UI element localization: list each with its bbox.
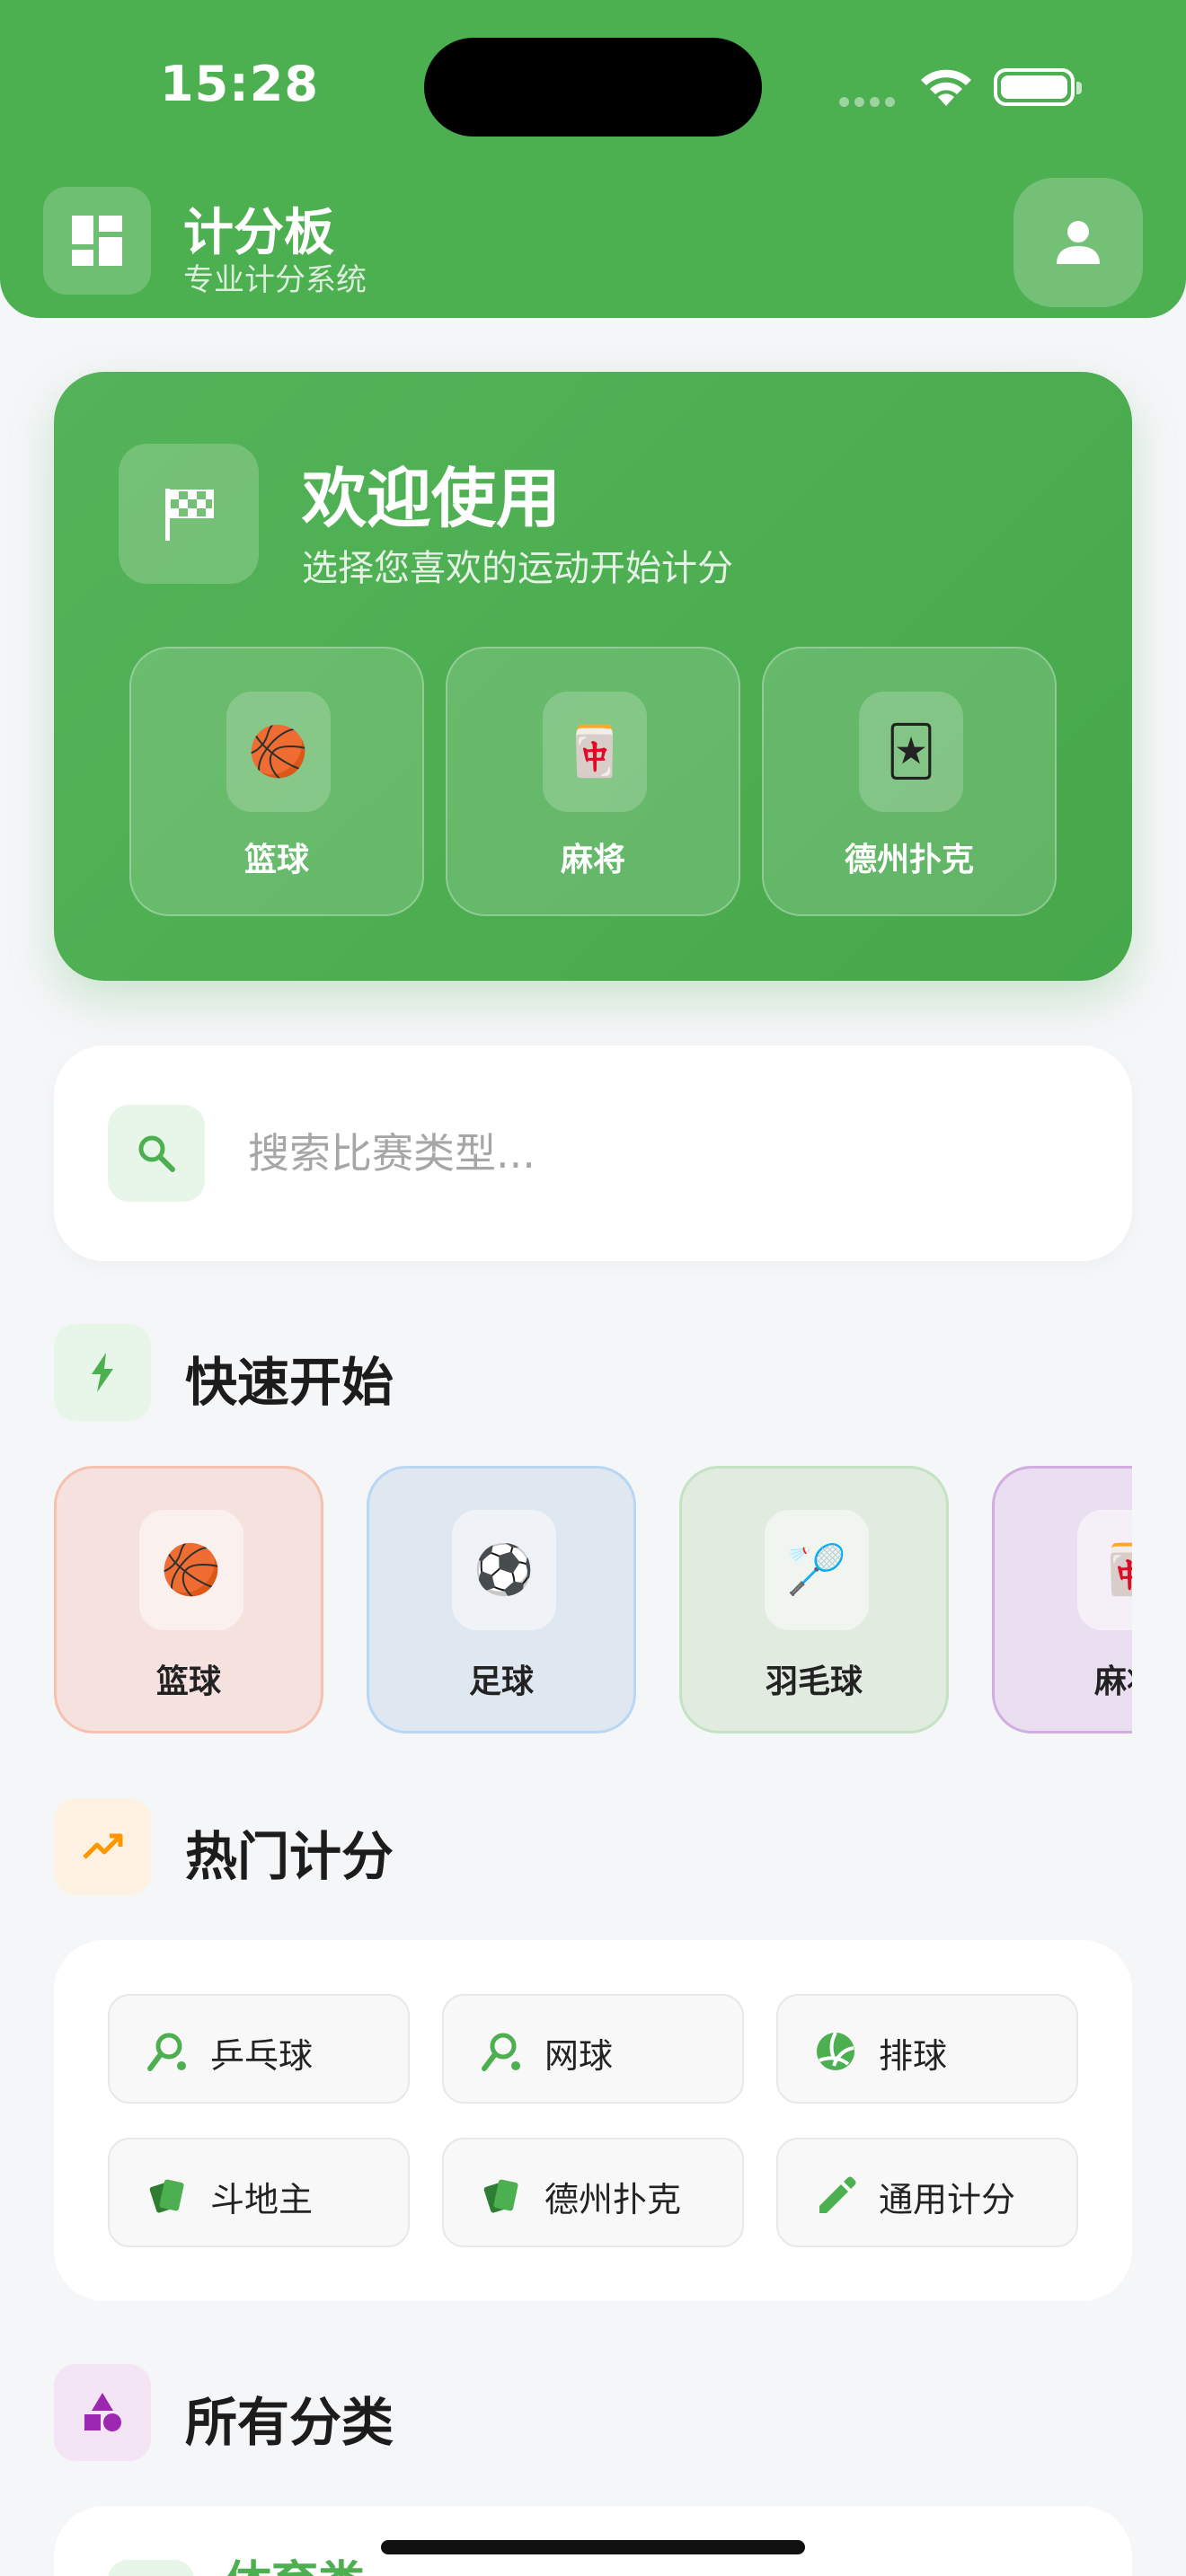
welcome-title: 欢迎使用	[302, 461, 562, 536]
popular-item-texas-holdem[interactable]: 德州扑克	[442, 2138, 744, 2247]
popular-item-label: 德州扑克	[544, 2180, 682, 2219]
welcome-tile-basketball[interactable]: 🏀 篮球	[129, 647, 424, 916]
popular-title: 热门计分	[185, 1826, 394, 1887]
quick-tile-badminton[interactable]: 🏸 羽毛球	[679, 1466, 949, 1734]
joker-card-icon: 🃏	[859, 692, 963, 812]
popular-item-table-tennis[interactable]: 乒乓球	[108, 1994, 410, 2104]
popular-item-general-score[interactable]: 通用计分	[776, 2138, 1078, 2247]
cards-icon	[483, 2179, 518, 2213]
welcome-tile-poker[interactable]: 🃏 德州扑克	[762, 647, 1057, 916]
search-icon	[108, 1105, 205, 1202]
search-input[interactable]	[248, 1117, 1057, 1189]
basketball-icon: 🏀	[226, 692, 331, 812]
racket-icon	[147, 2033, 186, 2071]
trending-up-icon	[54, 1798, 151, 1895]
welcome-tile-label: 篮球	[243, 842, 309, 878]
quick-tile-label: 麻将	[1093, 1663, 1132, 1700]
app-header: 15:28 计分板 专业计分系统	[0, 0, 1186, 318]
pencil-icon	[819, 2176, 856, 2213]
quick-start-list[interactable]: 🏀 篮球 ⚽ 足球 🏸 羽毛球 🀄 麻将	[54, 1466, 1132, 1735]
all-categories-title: 所有分类	[185, 2392, 394, 2453]
category-icon	[108, 2560, 194, 2576]
app-title: 计分板	[183, 204, 334, 262]
cards-icon	[149, 2179, 184, 2213]
mahjong-icon: 🀄	[543, 692, 647, 812]
volleyball-icon	[817, 2032, 854, 2070]
person-icon	[1057, 221, 1100, 264]
wifi-icon	[921, 69, 971, 106]
popular-item-doudizhu[interactable]: 斗地主	[108, 2138, 410, 2247]
battery-icon	[994, 68, 1082, 106]
welcome-tile-mahjong[interactable]: 🀄 麻将	[446, 647, 740, 916]
basketball-icon: 🏀	[139, 1510, 243, 1630]
cellular-signal-icon	[839, 93, 900, 110]
welcome-tile-label: 麻将	[560, 842, 625, 878]
search-bar	[54, 1045, 1132, 1261]
dashboard-icon	[43, 187, 151, 295]
welcome-tile-label: 德州扑克	[844, 842, 974, 878]
popular-item-volleyball[interactable]: 排球	[776, 1994, 1078, 2104]
screen: 15:28 计分板 专业计分系统 欢迎使用 选择您喜欢的运动开始计分 🏀 篮球 …	[0, 0, 1186, 2576]
checkered-flag-icon	[119, 444, 259, 584]
soccer-ball-icon: ⚽	[452, 1510, 556, 1630]
shapes-icon	[54, 2364, 151, 2461]
dynamic-island	[424, 38, 762, 137]
quick-tile-label: 足球	[468, 1663, 534, 1700]
quick-tile-football[interactable]: ⚽ 足球	[367, 1466, 636, 1734]
category-label: 体育类	[225, 2545, 365, 2576]
quick-tile-label: 羽毛球	[765, 1663, 863, 1700]
status-time: 15:28	[160, 56, 319, 112]
app-subtitle: 专业计分系统	[183, 262, 367, 298]
welcome-subtitle: 选择您喜欢的运动开始计分	[302, 548, 733, 589]
popular-item-label: 斗地主	[210, 2180, 314, 2219]
quick-tile-basketball[interactable]: 🏀 篮球	[54, 1466, 323, 1734]
badminton-icon: 🏸	[765, 1510, 869, 1630]
home-indicator	[381, 2540, 805, 2554]
popular-item-label: 排球	[879, 2036, 948, 2076]
popular-item-label: 通用计分	[879, 2180, 1016, 2219]
popular-item-label: 乒乓球	[210, 2036, 314, 2076]
mahjong-icon: 🀄	[1077, 1510, 1132, 1630]
welcome-card: 欢迎使用 选择您喜欢的运动开始计分 🏀 篮球 🀄 麻将 🃏 德州扑克	[54, 372, 1132, 981]
racket-icon	[482, 2033, 520, 2071]
lightning-icon	[54, 1324, 151, 1421]
quick-start-title: 快速开始	[185, 1352, 394, 1413]
popular-item-tennis[interactable]: 网球	[442, 1994, 744, 2104]
quick-tile-mahjong[interactable]: 🀄 麻将	[992, 1466, 1132, 1734]
profile-button[interactable]	[1013, 178, 1143, 307]
quick-tile-label: 篮球	[155, 1663, 221, 1700]
popular-card: 乒乓球 网球 排球 斗地主 德州扑克 通用计分	[54, 1940, 1132, 2301]
popular-item-label: 网球	[544, 2036, 614, 2076]
